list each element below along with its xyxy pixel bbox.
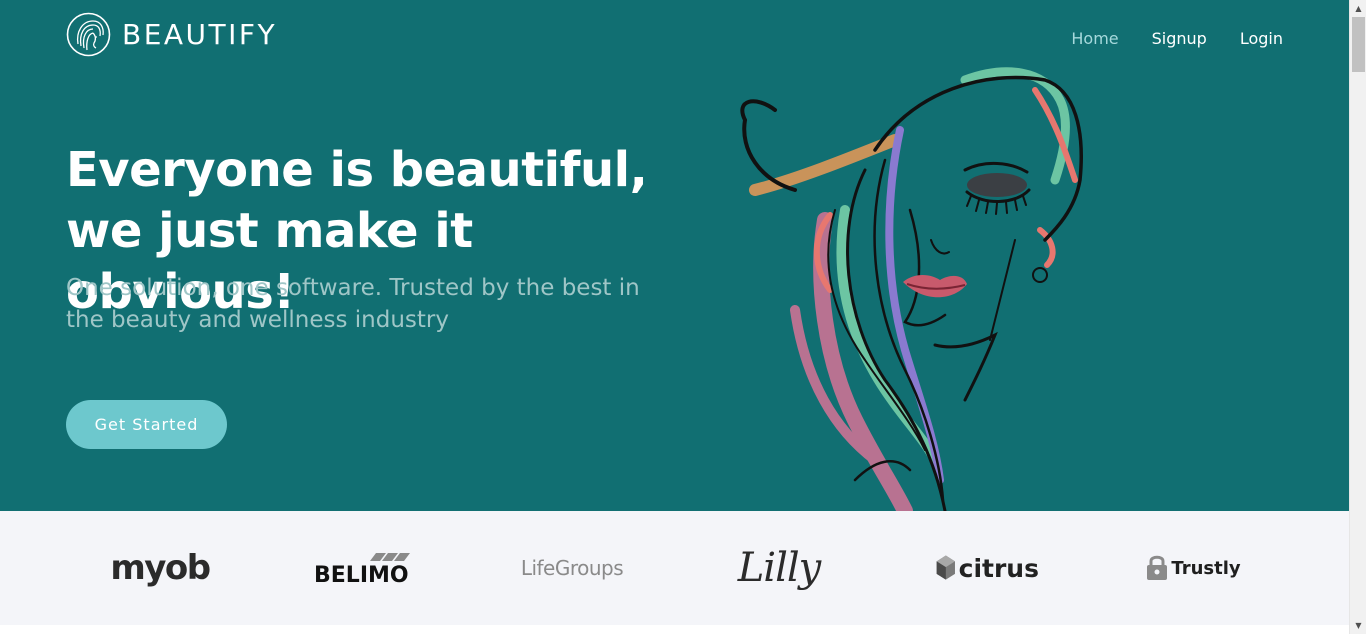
- partner-logos: myob BELIMO LifeGroups Lilly citrus Trus…: [0, 511, 1349, 625]
- woman-face-logo-icon: [66, 12, 111, 57]
- hero-subhead-line-2: the beauty and wellness industry: [66, 307, 449, 333]
- hero-subhead: One solution, one software. Trusted by t…: [66, 272, 666, 336]
- woman-face-illustration: [740, 67, 1083, 511]
- next-section-edge: [0, 625, 1349, 634]
- navbar: BEAUTIFY Home Signup Login: [0, 0, 1349, 80]
- hero-headline-line-1: Everyone is beautiful,: [66, 142, 648, 198]
- page: BEAUTIFY Home Signup Login Everyone is b…: [0, 0, 1349, 634]
- nav-signup-link[interactable]: Signup: [1152, 27, 1207, 51]
- lilly-logo: Lilly: [724, 511, 834, 625]
- myob-logo-text: myob: [110, 548, 211, 588]
- trustly-lock-icon: [1147, 555, 1168, 580]
- get-started-button[interactable]: Get Started: [66, 400, 227, 449]
- nav-home-link[interactable]: Home: [1071, 27, 1118, 51]
- lifegroups-logo-text: LifeGroups: [520, 556, 624, 580]
- scroll-up-arrow-icon[interactable]: ▲: [1350, 0, 1366, 17]
- belimo-logo-text: BELIMO: [314, 563, 409, 588]
- trustly-logo: Trustly: [1140, 511, 1246, 625]
- belimo-logo: BELIMO: [310, 511, 420, 625]
- citrus-cube-icon: [936, 555, 955, 580]
- citrus-logo: citrus: [935, 511, 1039, 625]
- trustly-logo-text: Trustly: [1171, 557, 1241, 579]
- lilly-logo-text: Lilly: [737, 545, 822, 591]
- brand-link[interactable]: BEAUTIFY: [66, 12, 277, 57]
- myob-logo: myob: [108, 511, 212, 625]
- hero-section: BEAUTIFY Home Signup Login Everyone is b…: [0, 0, 1349, 511]
- lifegroups-logo: LifeGroups: [518, 511, 626, 625]
- nav-login-link[interactable]: Login: [1240, 27, 1283, 51]
- main-nav: Home Signup Login: [1038, 27, 1283, 51]
- hero-subhead-line-1: One solution, one software. Trusted by t…: [66, 275, 640, 301]
- scrollbar-thumb[interactable]: [1352, 17, 1365, 72]
- vertical-scrollbar[interactable]: ▲ ▼: [1349, 0, 1366, 634]
- belimo-logo-mark: BELIMO: [314, 553, 410, 588]
- scroll-down-arrow-icon[interactable]: ▼: [1350, 617, 1366, 634]
- brand-name: BEAUTIFY: [122, 18, 278, 51]
- citrus-logo-text: citrus: [958, 553, 1039, 583]
